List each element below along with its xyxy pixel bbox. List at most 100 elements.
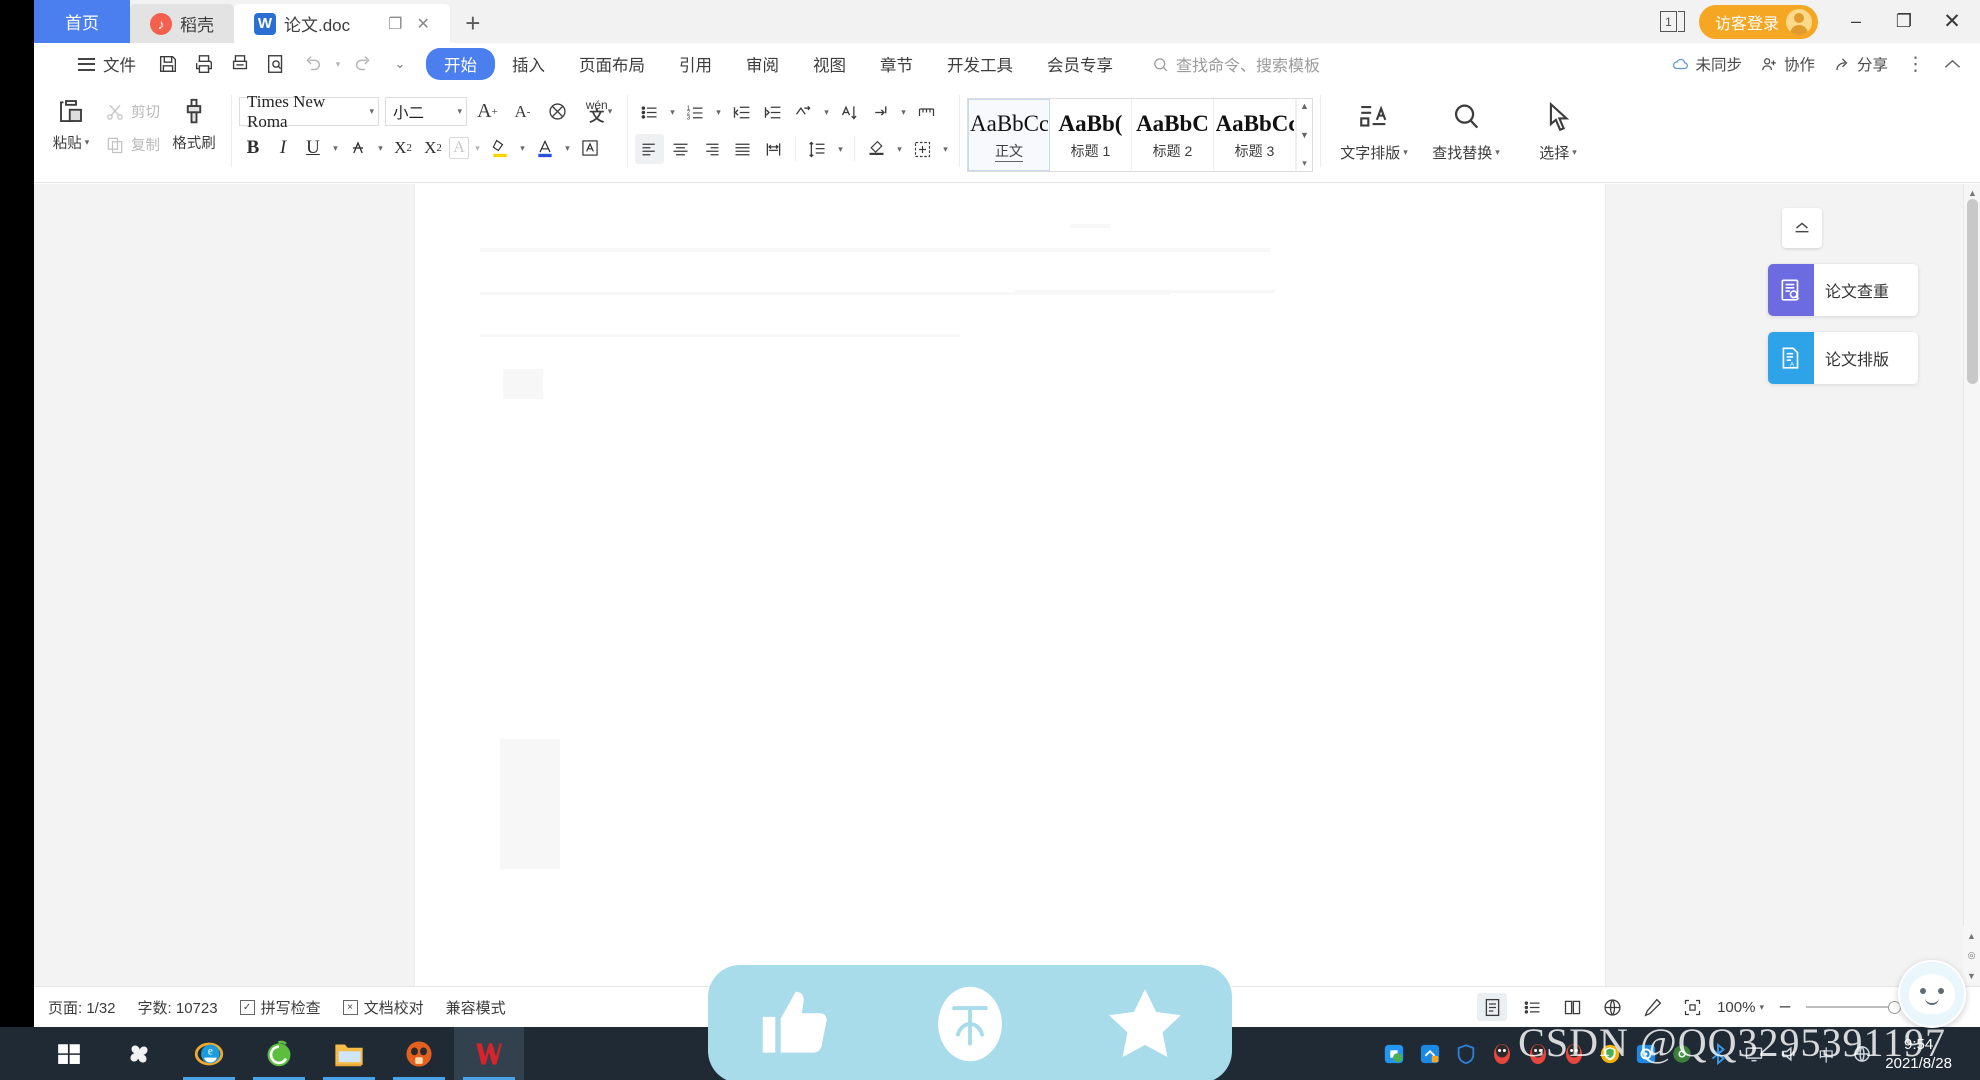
style-scroll-up-icon[interactable]: ▲ <box>1300 101 1309 111</box>
clear-format-button[interactable] <box>543 97 572 126</box>
distribute-button[interactable] <box>759 134 788 164</box>
vertical-scrollbar[interactable]: ▲ <box>1963 184 1980 986</box>
ribbon-tab-references[interactable]: 引用 <box>662 48 729 80</box>
style-heading-3[interactable]: AaBbCcI 标题 3 <box>1214 99 1296 171</box>
print-preview-icon[interactable] <box>222 47 258 81</box>
favorite-button[interactable] <box>1097 976 1193 1072</box>
format-painter-button[interactable]: 格式刷 <box>164 88 224 153</box>
borders-dropdown-icon[interactable]: ▾ <box>939 134 952 164</box>
ribbon-tab-member[interactable]: 会员专享 <box>1030 48 1130 80</box>
subscript-button[interactable]: X2 <box>419 133 447 163</box>
taskbar-app-fan[interactable] <box>104 1027 174 1080</box>
show-marks-dropdown-icon[interactable]: ▾ <box>897 97 910 127</box>
tab-close-icon[interactable]: ✕ <box>416 14 429 34</box>
style-gallery-more-icon[interactable]: ▾ <box>1302 158 1307 169</box>
align-center-button[interactable] <box>666 134 695 164</box>
align-right-button[interactable] <box>697 134 726 164</box>
zoom-level[interactable]: 100% ▾ <box>1717 999 1764 1016</box>
spellcheck-toggle[interactable]: ✓ 拼写检查 <box>239 997 321 1018</box>
next-page-icon[interactable]: ▼ <box>1967 971 1976 981</box>
redo-icon[interactable] <box>346 47 382 81</box>
taskbar-app-maxthon[interactable] <box>384 1027 454 1080</box>
thumbs-up-button[interactable] <box>747 976 843 1072</box>
ribbon-collapse-button[interactable] <box>1943 58 1962 70</box>
tray-shield[interactable] <box>1449 1027 1483 1080</box>
superscript-button[interactable]: X2 <box>389 133 417 163</box>
chevron-down-icon[interactable]: ▾ <box>1572 147 1577 158</box>
undo-dropdown-icon[interactable]: ▾ <box>330 47 346 81</box>
borders-button[interactable] <box>908 134 937 164</box>
underline-dropdown-icon[interactable]: ▾ <box>329 133 342 163</box>
strikethrough-button[interactable] <box>344 133 372 163</box>
font-color-dropdown-icon[interactable]: ▾ <box>561 133 574 163</box>
paste-button[interactable]: 粘贴 ▾ <box>41 88 101 153</box>
document-area[interactable]: 论文查重 A 论文排版 <box>34 184 1980 986</box>
proofread-toggle[interactable]: × 文档校对 <box>342 997 424 1018</box>
zhihu-button[interactable] <box>922 976 1018 1072</box>
ribbon-tab-page-layout[interactable]: 页面布局 <box>562 48 662 80</box>
tab-home[interactable]: 首页 <box>34 0 130 43</box>
ribbon-tab-review[interactable]: 审阅 <box>729 48 796 80</box>
quick-access-more-icon[interactable]: ⌄ <box>382 47 418 81</box>
numbering-dropdown-icon[interactable]: ▾ <box>712 97 725 127</box>
assistant-bubble[interactable] <box>1898 960 1966 1028</box>
tray-qq-1[interactable] <box>1485 1027 1519 1080</box>
align-justify-button[interactable] <box>728 134 757 164</box>
italic-button[interactable]: I <box>269 133 297 163</box>
ribbon-tab-developer[interactable]: 开发工具 <box>930 48 1030 80</box>
shading-button[interactable] <box>862 134 891 164</box>
shading-dropdown-icon[interactable]: ▾ <box>893 134 906 164</box>
window-maximize-button[interactable]: ❐ <box>1882 2 1926 42</box>
find-replace-button[interactable]: 查找替换 ▾ <box>1420 88 1512 163</box>
taskbar-app-wps[interactable] <box>454 1027 524 1080</box>
file-menu-button[interactable]: 文件 <box>78 52 136 76</box>
save-icon[interactable] <box>150 47 186 81</box>
grow-font-button[interactable]: A + <box>473 97 502 126</box>
collaborate-button[interactable]: 协作 <box>1760 53 1815 75</box>
smart-layout-button[interactable] <box>789 97 818 127</box>
windows-start-button[interactable] <box>34 1027 104 1080</box>
strikethrough-dropdown-icon[interactable]: ▾ <box>374 133 387 163</box>
undo-icon[interactable] <box>294 47 330 81</box>
select-button[interactable]: 选择 ▾ <box>1512 88 1604 163</box>
sync-status-button[interactable]: 未同步 <box>1671 53 1742 75</box>
guest-login-button[interactable]: 访客登录 <box>1698 4 1818 39</box>
find-icon[interactable] <box>258 47 294 81</box>
highlight-dropdown-icon[interactable]: ▾ <box>516 133 529 163</box>
word-count[interactable]: 字数: 10723 <box>138 997 218 1018</box>
line-spacing-button[interactable] <box>803 134 832 164</box>
ribbon-tab-insert[interactable]: 插入 <box>495 48 562 80</box>
bold-button[interactable]: B <box>239 133 267 163</box>
style-heading-1[interactable]: AaBb( 标题 1 <box>1050 99 1132 171</box>
pen-view-button[interactable] <box>1637 993 1667 1021</box>
window-minimize-button[interactable]: – <box>1834 2 1878 42</box>
select-browse-object-icon[interactable]: ◎ <box>1968 950 1976 961</box>
tab-docer[interactable]: ♪ 稻壳 <box>130 4 234 43</box>
fit-page-button[interactable] <box>1677 993 1707 1021</box>
print-icon[interactable] <box>186 47 222 81</box>
taskbar-app-file-explorer[interactable] <box>314 1027 384 1080</box>
new-tab-button[interactable]: + <box>450 4 496 43</box>
font-family-select[interactable]: Times New Roma ▾ <box>239 92 379 131</box>
previous-page-icon[interactable]: ▲ <box>1967 931 1976 941</box>
paste-dropdown-icon[interactable]: ▾ <box>85 137 90 148</box>
cut-button[interactable]: 剪切 <box>101 98 164 125</box>
bullet-list-button[interactable] <box>635 97 664 127</box>
font-color-button[interactable] <box>531 133 559 163</box>
numbered-list-button[interactable]: 1 2 3 <box>681 97 710 127</box>
scrollbar-page-nav[interactable]: ▲ ◎ ▼ <box>1963 926 1980 986</box>
style-scroll-down-icon[interactable]: ▼ <box>1300 130 1309 140</box>
window-close-button[interactable]: ✕ <box>1930 2 1974 42</box>
show-marks-button[interactable] <box>866 97 895 127</box>
underline-button[interactable]: U <box>299 133 327 163</box>
outline-view-button[interactable] <box>1517 993 1547 1021</box>
share-button[interactable]: 分享 <box>1833 53 1888 75</box>
paper-check-card[interactable]: 论文查重 <box>1768 264 1918 316</box>
task-pane-collapse-button[interactable] <box>1782 208 1822 248</box>
char-border-dropdown-icon[interactable]: ▾ <box>471 133 484 163</box>
style-normal[interactable]: AaBbCcI 正文 <box>968 99 1050 171</box>
chevron-down-icon[interactable]: ▾ <box>1403 147 1408 158</box>
web-view-button[interactable] <box>1597 993 1627 1021</box>
ribbon-overflow-button[interactable]: ⋮ <box>1906 53 1925 76</box>
tray-sync-green[interactable] <box>1377 1027 1411 1080</box>
